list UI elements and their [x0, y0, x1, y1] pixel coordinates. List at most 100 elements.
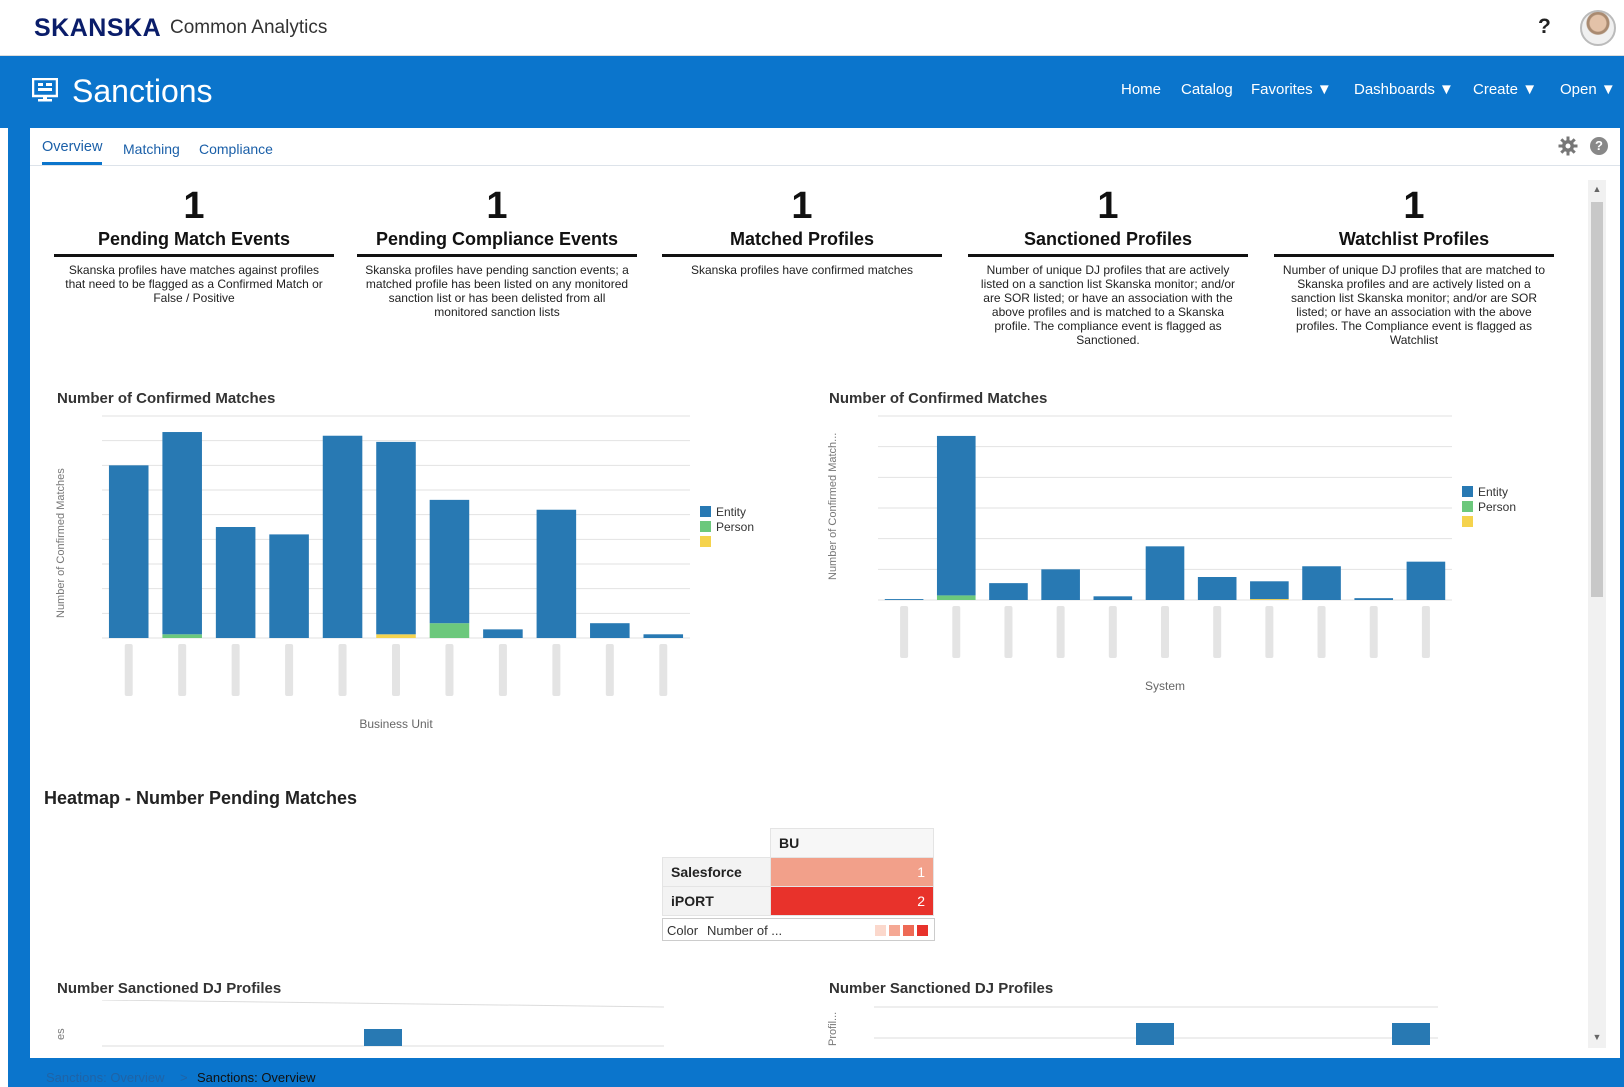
bar-person[interactable] — [429, 623, 470, 638]
legend-swatch — [1462, 516, 1473, 527]
bar-entity[interactable] — [989, 583, 1028, 600]
legend-swatch — [875, 925, 886, 936]
tick-label — [1317, 606, 1326, 658]
heatmap-legend-measure[interactable]: Number of ... — [707, 923, 782, 938]
bar-person[interactable] — [936, 595, 976, 600]
bar-entity[interactable] — [483, 629, 523, 638]
legend-swatch — [1462, 486, 1473, 497]
kpi-matched-profiles: 1 Matched Profiles Skanska profiles have… — [662, 183, 942, 277]
heatmap-legend: Color Number of ... — [662, 918, 935, 941]
heatmap-cell[interactable]: 1 — [770, 857, 934, 887]
heatmap-column-header: BU — [770, 828, 934, 858]
chart-title-bu: Number of Confirmed Matches — [57, 390, 276, 407]
bar-entity[interactable] — [215, 527, 256, 638]
tick-label — [552, 644, 561, 696]
tick-label — [900, 606, 909, 658]
brand-logo[interactable]: SKANSKA — [34, 14, 161, 43]
tick-label — [1161, 606, 1169, 658]
tab-compliance[interactable]: Compliance — [199, 141, 273, 157]
nav-home[interactable]: Home — [1121, 81, 1161, 98]
scrollbar-thumb[interactable] — [1591, 202, 1603, 597]
sanctioned-profiles-chart-right: Profil... — [827, 1006, 1438, 1046]
heatmap-legend-swatches — [875, 925, 928, 936]
bar-person[interactable] — [162, 634, 202, 638]
vertical-scrollbar[interactable]: ▲ ▼ — [1588, 180, 1606, 1048]
confirmed-matches-by-system-chart: Number of Confirmed Match... System Entity… — [827, 415, 1516, 693]
bar-entity[interactable] — [643, 634, 684, 638]
scroll-down-arrow[interactable]: ▼ — [1592, 1032, 1602, 1042]
bar-entity[interactable] — [1197, 577, 1237, 600]
bar-entity[interactable] — [1406, 561, 1446, 600]
nav-open[interactable]: Open ▼ — [1560, 81, 1616, 98]
tick-label — [338, 644, 347, 696]
legend-label: Entity — [716, 505, 746, 519]
heatmap-row-label: Salesforce — [662, 857, 771, 887]
y-axis-label: Number of Confirmed Matches — [55, 468, 67, 618]
kpi-title: Pending Compliance Events — [357, 229, 637, 257]
kpi-value: 1 — [486, 185, 508, 227]
bar[interactable] — [1136, 1023, 1174, 1045]
nav-favorites[interactable]: Favorites ▼ — [1251, 81, 1332, 98]
help-button[interactable]: ? — [1538, 15, 1551, 39]
bar-entity[interactable] — [1041, 569, 1080, 600]
kpi-sanctioned-profiles: 1 Sanctioned Profiles Number of unique D… — [968, 183, 1248, 347]
kpi-description: Number of unique DJ profiles that are ma… — [1282, 263, 1546, 347]
breadcrumb-link[interactable]: Sanctions: Overview — [46, 1070, 165, 1085]
x-axis-label: System — [1145, 679, 1185, 693]
bar-entity[interactable] — [1354, 598, 1394, 600]
bar[interactable] — [364, 1029, 402, 1046]
bar-entity[interactable] — [936, 435, 976, 596]
heatmap-row-label: iPORT — [662, 886, 771, 916]
bar-entity[interactable] — [1093, 596, 1133, 600]
bar-entity[interactable] — [1145, 546, 1185, 600]
bar-entity[interactable] — [884, 599, 924, 600]
tick-label — [1056, 606, 1065, 658]
scroll-up-arrow[interactable]: ▲ — [1592, 184, 1602, 194]
legend-swatch — [903, 925, 914, 936]
kpi-title: Pending Match Events — [54, 229, 334, 257]
tick-label — [1108, 606, 1117, 658]
tick-label — [498, 644, 507, 696]
legend-label: Person — [1478, 500, 1516, 514]
bar-entity[interactable] — [590, 623, 630, 638]
app-root: SKANSKA Common Analytics ? Sanctions Hom… — [0, 0, 1624, 1087]
bar-entity[interactable] — [429, 499, 470, 624]
chart-title-sanctioned-left: Number Sanctioned DJ Profiles — [57, 980, 282, 997]
kpi-description: Skanska profiles have pending sanction e… — [365, 263, 629, 319]
nav-catalog[interactable]: Catalog — [1181, 81, 1233, 98]
bar-entity[interactable] — [376, 441, 416, 635]
bar-entity[interactable] — [1250, 581, 1289, 600]
nav-create[interactable]: Create ▼ — [1473, 81, 1537, 98]
bar-entity[interactable] — [269, 534, 309, 638]
bar-other[interactable] — [376, 634, 416, 638]
tab-matching[interactable]: Matching — [123, 141, 180, 157]
heatmap-row: iPORT 2 — [662, 886, 934, 916]
user-avatar[interactable] — [1580, 10, 1616, 46]
heatmap-corner — [662, 828, 771, 858]
heatmap-cell[interactable]: 2 — [770, 886, 934, 916]
tick-label — [285, 644, 294, 696]
sanctioned-profiles-chart-left: es — [55, 1000, 665, 1047]
nav-dashboards[interactable]: Dashboards ▼ — [1354, 81, 1454, 98]
help-circle-icon[interactable]: ? — [1590, 137, 1608, 155]
bar-entity[interactable] — [108, 465, 149, 638]
tick-label — [392, 644, 400, 696]
bar-entity[interactable] — [1302, 566, 1341, 600]
kpi-description: Number of unique DJ profiles that are ac… — [980, 263, 1236, 347]
tab-overview[interactable]: Overview — [42, 139, 103, 165]
tick-label — [124, 644, 133, 696]
bar[interactable] — [1392, 1023, 1430, 1045]
bar-entity[interactable] — [162, 432, 202, 635]
gear-icon[interactable] — [1558, 136, 1578, 156]
bar-entity[interactable] — [322, 435, 363, 638]
tick-label — [445, 644, 454, 696]
tick-label — [1421, 606, 1430, 658]
tick-label — [659, 644, 668, 696]
heatmap-row: Salesforce 1 — [662, 857, 934, 887]
y-axis-label: Number of Confirmed Match... — [827, 433, 839, 580]
kpi-title: Matched Profiles — [662, 229, 942, 257]
bar-entity[interactable] — [536, 509, 577, 638]
kpi-value: 1 — [1403, 185, 1425, 227]
bar-other[interactable] — [1250, 599, 1289, 600]
tick-label — [605, 644, 614, 696]
